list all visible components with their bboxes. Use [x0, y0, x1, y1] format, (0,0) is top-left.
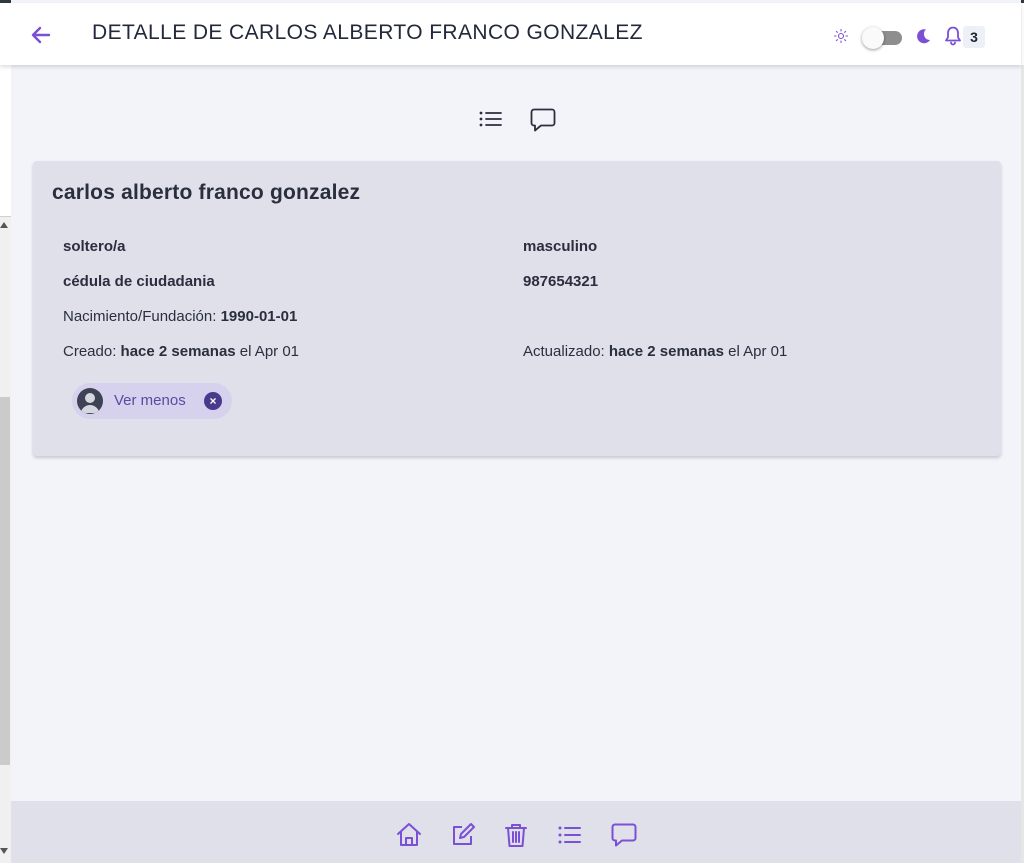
- trash-icon[interactable]: [502, 821, 530, 849]
- page-title: DETALLE DE CARLOS ALBERTO FRANCO GONZALE…: [92, 21, 643, 44]
- id-type: cédula de ciudadania: [63, 273, 215, 290]
- toggle-thumb: [862, 27, 884, 49]
- back-arrow-icon: [31, 26, 51, 44]
- chip-label: Ver menos: [114, 392, 186, 409]
- app-container: DETALLE DE CARLOS ALBERTO FRANCO GONZALE…: [0, 0, 1021, 863]
- list-icon[interactable]: [556, 821, 584, 849]
- gender: masculino: [523, 238, 598, 255]
- close-icon[interactable]: ×: [204, 392, 222, 410]
- id-number: 987654321: [523, 273, 599, 290]
- comment-icon[interactable]: [529, 106, 557, 134]
- sun-icon: [833, 28, 849, 44]
- person-name: carlos alberto franco gonzalez: [52, 181, 361, 204]
- ver-menos-chip[interactable]: Ver menos ×: [72, 383, 232, 419]
- created-date: el Apr 01: [239, 343, 300, 360]
- list-icon[interactable]: [477, 106, 505, 134]
- notification-badge: 3: [963, 26, 985, 48]
- updated-label: Actualizado:: [523, 343, 605, 360]
- updated-relative: hace 2 semanas: [608, 343, 724, 360]
- birth-value: 1990-01-01: [220, 308, 298, 325]
- moon-icon: [917, 29, 930, 44]
- created-relative: hace 2 semanas: [120, 343, 236, 360]
- scroll-up-icon: [0, 222, 8, 228]
- edit-icon[interactable]: [449, 821, 477, 849]
- bell-icon[interactable]: [943, 25, 963, 47]
- created-info: Creado: hace 2 semanas el Apr 01: [63, 343, 299, 360]
- created-label: Creado:: [63, 343, 117, 360]
- comment-icon[interactable]: [610, 821, 638, 849]
- user-avatar-icon: [77, 388, 103, 414]
- marital-status: soltero/a: [63, 238, 126, 255]
- bottom-navigation: [11, 801, 1021, 863]
- birth-label: Nacimiento/Fundación:: [63, 308, 217, 325]
- back-button[interactable]: [28, 22, 54, 48]
- background-window-scrollbar: [0, 397, 10, 765]
- home-icon[interactable]: [395, 821, 423, 849]
- birth-date: Nacimiento/Fundación: 1990-01-01: [63, 308, 297, 325]
- updated-date: el Apr 01: [728, 343, 788, 360]
- app-bar: DETALLE DE CARLOS ALBERTO FRANCO GONZALE…: [0, 3, 1021, 65]
- updated-info: Actualizado: hace 2 semanas el Apr 01: [523, 343, 787, 360]
- scroll-down-icon: [0, 848, 8, 854]
- person-detail-card: carlos alberto franco gonzalez soltero/a…: [33, 161, 1001, 456]
- theme-toggle[interactable]: [862, 27, 902, 49]
